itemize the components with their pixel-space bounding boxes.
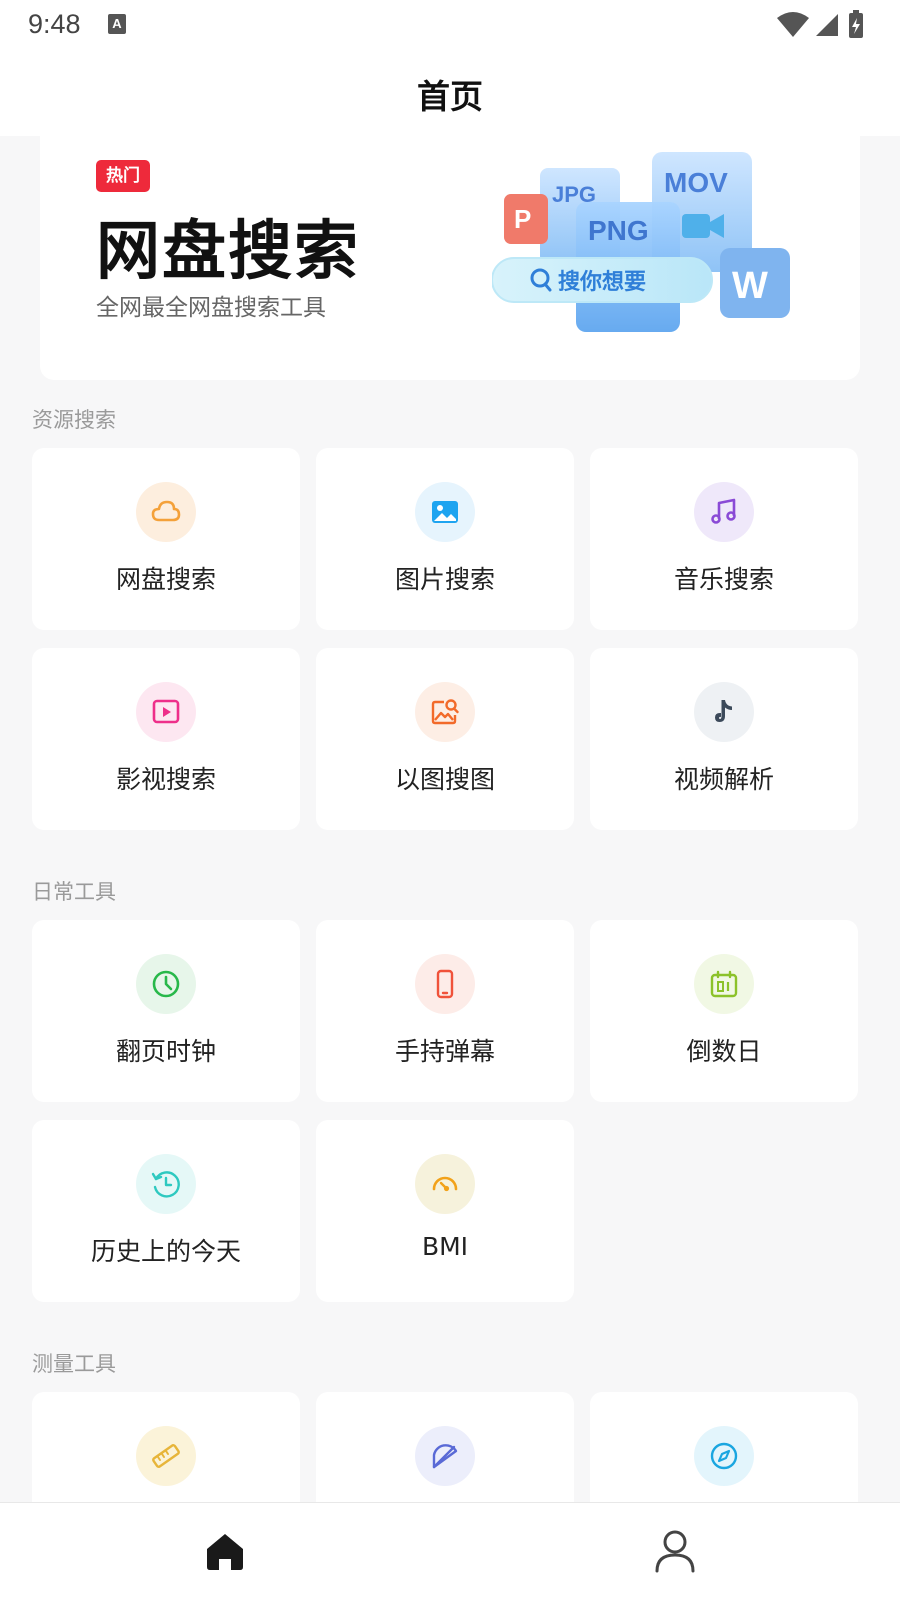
wifi-icon xyxy=(777,12,809,37)
card-label: 网盘搜索 xyxy=(115,565,216,594)
signal-icon xyxy=(816,14,838,36)
file-types-illustration: JPG MOV P PNG W 搜你想要 xyxy=(492,152,790,332)
card-movie-search[interactable]: 影视搜索 xyxy=(32,648,300,830)
card-countdown-days[interactable]: 倒数日 xyxy=(590,920,858,1102)
icon-circle xyxy=(415,1154,475,1214)
word-tile-label: W xyxy=(732,265,768,307)
icon-circle xyxy=(694,682,754,742)
bottom-tab-bar xyxy=(0,1502,900,1600)
section-title-daily-tools: 日常工具 xyxy=(32,880,116,904)
card-label: 图片搜索 xyxy=(394,565,495,594)
card-compass[interactable] xyxy=(590,1392,858,1502)
card-reverse-image-search[interactable]: 以图搜图 xyxy=(316,648,574,830)
main-content[interactable]: 热门 网盘搜索 全网最全网盘搜索工具 JPG MOV P PNG W 搜你想要 … xyxy=(0,136,900,1502)
icon-circle xyxy=(694,482,754,542)
card-image-search[interactable]: 图片搜索 xyxy=(316,448,574,630)
icon-circle xyxy=(415,682,475,742)
section-title-measure-tools: 测量工具 xyxy=(32,1352,116,1376)
compass-icon xyxy=(710,1442,738,1470)
icon-circle xyxy=(415,1426,475,1486)
card-label: 以图搜图 xyxy=(394,765,495,794)
phone-icon xyxy=(436,969,454,999)
notification-icon: A xyxy=(108,14,126,34)
icon-circle xyxy=(694,954,754,1014)
banner-subtitle: 全网最全网盘搜索工具 xyxy=(96,295,326,321)
icon-circle xyxy=(415,954,475,1014)
card-handheld-marquee[interactable]: 手持弹幕 xyxy=(316,920,574,1102)
user-icon xyxy=(655,1530,695,1573)
card-protractor[interactable] xyxy=(316,1392,574,1502)
banner-title: 网盘搜索 xyxy=(96,215,360,289)
hot-badge: 热门 xyxy=(96,160,150,192)
clock-icon xyxy=(152,970,180,998)
section-title-resource-search: 资源搜索 xyxy=(32,408,116,432)
ppt-tile-label: P xyxy=(514,204,531,234)
card-netdisk-search[interactable]: 网盘搜索 xyxy=(32,448,300,630)
card-bmi[interactable]: BMI xyxy=(316,1120,574,1302)
home-icon xyxy=(207,1534,243,1570)
ruler-icon xyxy=(152,1444,180,1468)
card-flip-clock[interactable]: 翻页时钟 xyxy=(32,920,300,1102)
card-label: 倒数日 xyxy=(686,1037,762,1066)
icon-circle xyxy=(136,682,196,742)
status-icons xyxy=(776,10,876,40)
card-music-search[interactable]: 音乐搜索 xyxy=(590,448,858,630)
image-search-icon xyxy=(431,699,459,725)
tab-home[interactable] xyxy=(201,1527,249,1575)
card-label: 翻页时钟 xyxy=(115,1037,216,1066)
gauge-icon xyxy=(432,1176,458,1192)
protractor-icon xyxy=(432,1444,458,1469)
card-video-parse[interactable]: 视频解析 xyxy=(590,648,858,830)
card-label: 音乐搜索 xyxy=(673,565,774,594)
icon-circle xyxy=(136,954,196,1014)
tiktok-icon xyxy=(715,700,732,722)
card-label: 手持弹幕 xyxy=(394,1037,495,1066)
card-label: BMI xyxy=(421,1232,469,1261)
history-clock-icon xyxy=(151,1171,180,1198)
card-today-in-history[interactable]: 历史上的今天 xyxy=(32,1120,300,1302)
mov-tile-label: MOV xyxy=(664,167,728,198)
png-tile-label: PNG xyxy=(588,215,649,246)
icon-circle xyxy=(415,482,475,542)
calendar-icon xyxy=(710,970,738,998)
icon-circle xyxy=(136,1426,196,1486)
status-bar: 9:48 A xyxy=(0,0,900,52)
netdisk-search-banner[interactable]: 热门 网盘搜索 全网最全网盘搜索工具 JPG MOV P PNG W 搜你想要 xyxy=(40,136,860,380)
icon-circle xyxy=(694,1426,754,1486)
card-label: 历史上的今天 xyxy=(90,1237,241,1266)
tab-profile[interactable] xyxy=(651,1527,699,1575)
music-note-icon xyxy=(711,498,736,524)
icon-circle xyxy=(136,482,196,542)
battery-charging-icon xyxy=(849,10,863,38)
play-screen-icon xyxy=(152,699,180,724)
icon-circle xyxy=(136,1154,196,1214)
search-pill-text: 搜你想要 xyxy=(558,270,646,295)
card-label: 影视搜索 xyxy=(115,765,216,794)
card-label: 视频解析 xyxy=(673,765,774,794)
header: 首页 xyxy=(0,52,900,136)
page-title: 首页 xyxy=(417,77,483,116)
card-ruler[interactable] xyxy=(32,1392,300,1502)
image-icon xyxy=(432,501,458,523)
cloud-icon xyxy=(151,500,181,522)
status-time: 9:48 xyxy=(28,9,81,39)
